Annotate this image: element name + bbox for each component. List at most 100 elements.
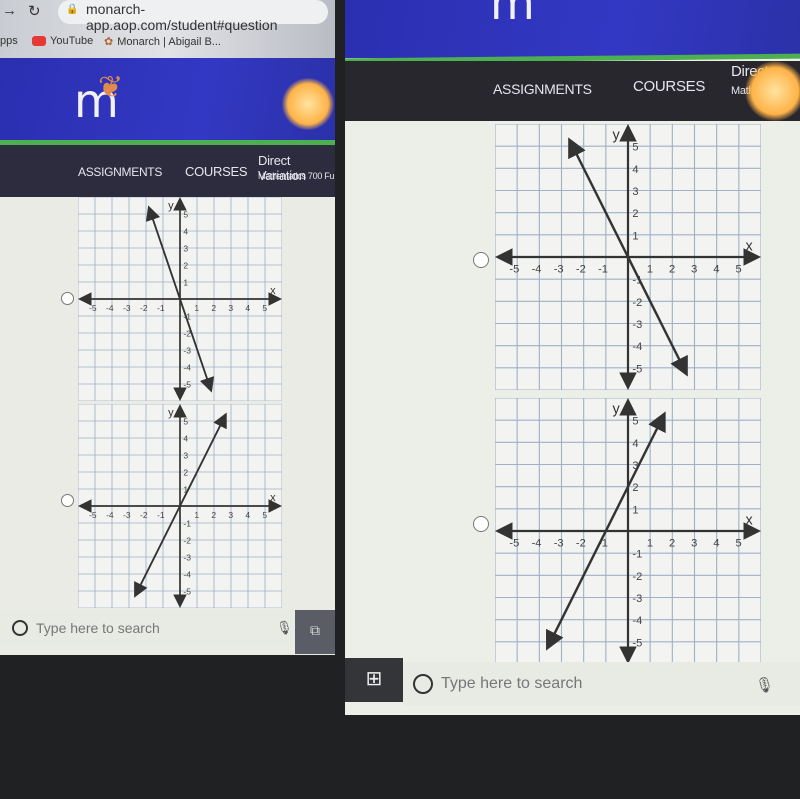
- x-tick-label: 4: [245, 303, 250, 313]
- y-tick-label: -3: [632, 593, 642, 605]
- x-tick-label: -5: [509, 264, 519, 276]
- left-screen: → ↻ 🔒 monarch-app.aop.com/student#questi…: [0, 0, 335, 655]
- task-view-icon[interactable]: ⧉: [295, 610, 335, 654]
- microphone-icon[interactable]: 🎙: [755, 676, 774, 694]
- y-tick-label: 2: [183, 260, 188, 270]
- x-tick-label: -1: [598, 264, 608, 276]
- x-tick-label: -2: [576, 264, 586, 276]
- x-axis-label: x: [745, 512, 753, 528]
- microphone-icon[interactable]: 🎙: [276, 620, 293, 636]
- bookmark-monarch[interactable]: ✿ Monarch | Abigail B...: [104, 35, 221, 49]
- x-tick-label: 1: [647, 264, 653, 276]
- x-tick-label: 1: [194, 303, 199, 313]
- y-axis-label: y: [168, 407, 174, 419]
- nav-bar: ASSIGNMENTS COURSES Direct Mathe: [345, 61, 800, 121]
- nav-assignments[interactable]: ASSIGNMENTS: [493, 81, 592, 97]
- x-tick-label: 3: [228, 510, 233, 520]
- answer-radio-c[interactable]: [473, 252, 489, 268]
- y-tick-label: 4: [183, 226, 188, 236]
- monarch-logo[interactable]: m: [490, 0, 535, 30]
- x-tick-label: -5: [509, 538, 519, 550]
- y-tick-label: 1: [183, 277, 188, 287]
- answer-radio-a[interactable]: [61, 292, 74, 305]
- cortana-icon: [12, 620, 28, 636]
- y-tick-label: -2: [183, 535, 191, 545]
- y-tick-label: -2: [632, 571, 642, 583]
- x-tick-label: -3: [554, 264, 564, 276]
- x-tick-label: -5: [89, 303, 97, 313]
- x-tick-label: -2: [576, 538, 586, 550]
- browser-chrome: → ↻ 🔒 monarch-app.aop.com/student#questi…: [0, 0, 335, 58]
- y-tick-label: -1: [632, 549, 642, 561]
- y-tick-label: 4: [632, 438, 638, 450]
- x-tick-label: 4: [713, 538, 719, 550]
- graph-option-c: xy-5-5-4-4-3-3-2-2-1-11122334455: [495, 124, 761, 390]
- x-tick-label: -4: [106, 510, 114, 520]
- x-tick-label: -3: [554, 538, 564, 550]
- x-axis-label: x: [745, 238, 753, 254]
- lock-icon: 🔒: [66, 4, 79, 15]
- x-tick-label: -5: [89, 510, 97, 520]
- y-tick-label: -4: [632, 615, 642, 627]
- y-tick-label: -3: [183, 552, 191, 562]
- answer-radio-d[interactable]: [473, 516, 489, 532]
- header-banner: m ❦: [0, 58, 335, 142]
- x-tick-label: -4: [106, 303, 114, 313]
- x-tick-label: 3: [691, 538, 697, 550]
- x-tick-label: -1: [157, 303, 165, 313]
- x-tick-label: 4: [713, 264, 719, 276]
- y-tick-label: -3: [183, 345, 191, 355]
- youtube-icon: [32, 36, 46, 46]
- bookmark-label: pps: [0, 35, 18, 47]
- lesson-subtitle: Mathematics 700 Fu: [258, 171, 335, 181]
- nav-bar: ASSIGNMENTS COURSES Direct Variation Mat…: [0, 145, 335, 197]
- forward-icon[interactable]: →: [2, 2, 17, 19]
- bookmark-label: Monarch | Abigail B...: [117, 35, 221, 48]
- x-tick-label: -4: [532, 538, 542, 550]
- nav-assignments[interactable]: ASSIGNMENTS: [78, 165, 162, 179]
- x-tick-label: -2: [140, 303, 148, 313]
- x-tick-label: 5: [262, 303, 267, 313]
- taskbar-search[interactable]: Type here to search 🎙: [0, 610, 295, 646]
- x-tick-label: 5: [736, 264, 742, 276]
- taskbar-search[interactable]: Type here to search 🎙: [403, 662, 800, 706]
- right-screen: m ASSIGNMENTS COURSES Direct Mathe x y -5 -…: [345, 0, 800, 715]
- nav-courses[interactable]: COURSES: [633, 78, 705, 95]
- search-placeholder: Type here to search: [441, 675, 583, 692]
- y-tick-label: 1: [632, 230, 638, 242]
- x-tick-label: -3: [123, 510, 131, 520]
- bookmark-apps[interactable]: pps: [0, 35, 18, 47]
- answer-radio-b[interactable]: [61, 494, 74, 507]
- y-tick-label: 5: [183, 416, 188, 426]
- nav-courses[interactable]: COURSES: [185, 164, 248, 179]
- x-tick-label: 5: [736, 538, 742, 550]
- y-tick-label: 5: [632, 416, 638, 428]
- y-tick-label: 3: [183, 243, 188, 253]
- y-tick-label: 5: [183, 209, 188, 219]
- bookmark-youtube[interactable]: YouTube: [32, 35, 93, 47]
- search-placeholder: Type here to search: [36, 620, 160, 636]
- x-tick-label: -3: [123, 303, 131, 313]
- windows-start-icon[interactable]: ⊞: [345, 658, 403, 702]
- header-banner: m: [345, 0, 800, 58]
- y-axis-label: y: [612, 128, 620, 144]
- y-tick-label: 1: [632, 504, 638, 516]
- screen-glare: [745, 61, 800, 121]
- x-tick-label: -2: [140, 510, 148, 520]
- x-tick-label: 4: [245, 510, 250, 520]
- url-text: monarch-app.aop.com/student#question: [86, 1, 278, 33]
- y-tick-label: 4: [183, 433, 188, 443]
- y-tick-label: -4: [183, 569, 191, 579]
- graph-option-d: xy-5-5-4-4-3-3-2-2-1-11122334455: [495, 398, 761, 664]
- reload-icon[interactable]: ↻: [28, 2, 41, 20]
- graph-option-a: xy-5-5-4-4-3-3-2-2-1-11122334455: [78, 197, 282, 401]
- y-tick-label: -5: [632, 637, 642, 649]
- address-bar[interactable]: 🔒 monarch-app.aop.com/student#question: [58, 0, 328, 33]
- y-tick-label: -3: [632, 319, 642, 331]
- x-tick-label: 1: [647, 538, 653, 550]
- y-axis-label: y: [168, 200, 174, 212]
- y-tick-label: -5: [183, 379, 191, 389]
- y-tick-label: -2: [632, 297, 642, 309]
- x-tick-label: 5: [262, 510, 267, 520]
- y-tick-label: -4: [632, 341, 642, 353]
